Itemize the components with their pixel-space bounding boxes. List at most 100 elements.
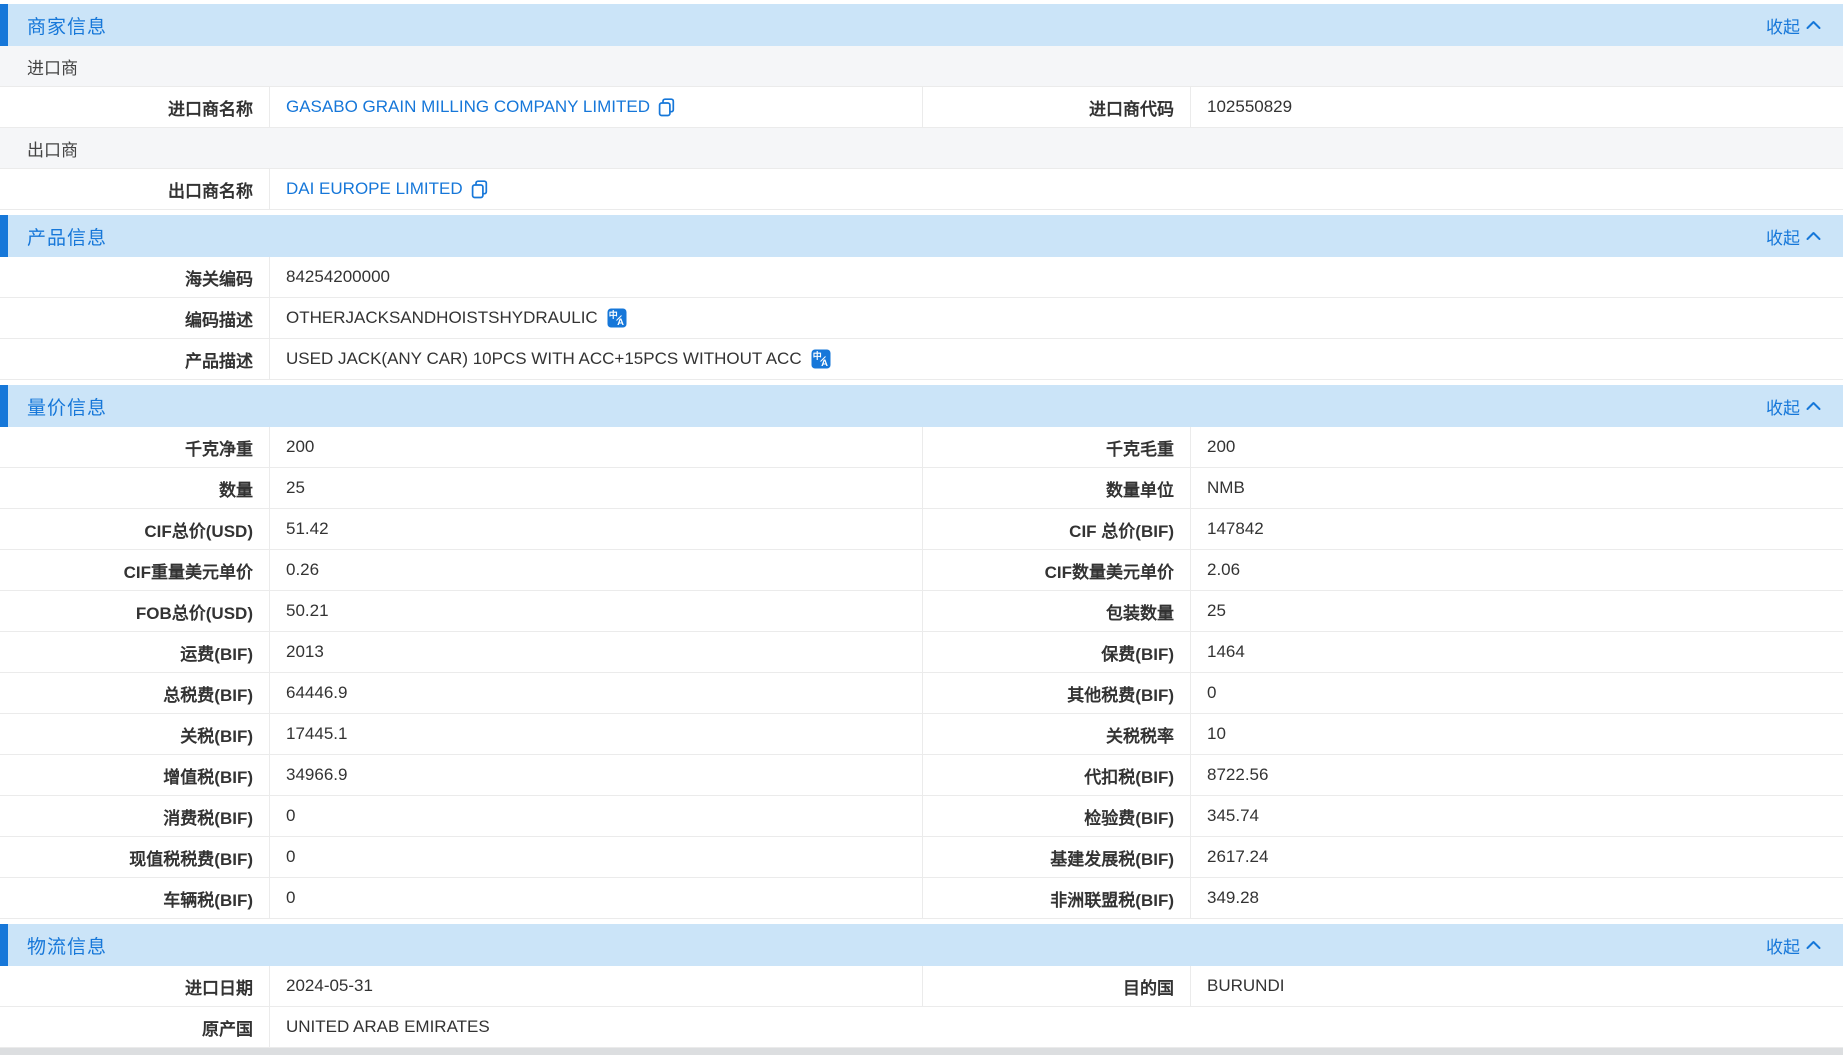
field-value: 2024-05-31 bbox=[286, 976, 373, 996]
field-value: 200 bbox=[286, 437, 314, 457]
field-value: 0 bbox=[1207, 683, 1216, 703]
field-value-cell: 0 bbox=[270, 796, 922, 836]
field-label: 原产国 bbox=[0, 1007, 270, 1047]
field-row: 原产国UNITED ARAB EMIRATES bbox=[0, 1007, 1843, 1048]
field-row: 千克净重200千克毛重200 bbox=[0, 427, 1843, 468]
field-value-cell: 345.74 bbox=[1191, 796, 1843, 836]
section-title: 产品信息 bbox=[8, 223, 107, 250]
section-product-info: 产品信息收起海关编码84254200000编码描述OTHERJACKSANDHO… bbox=[0, 215, 1843, 380]
field-label: 运费(BIF) bbox=[0, 632, 270, 672]
field-value-cell: 84254200000 bbox=[270, 257, 1843, 297]
field-value: 25 bbox=[1207, 601, 1226, 621]
field-label: 关税(BIF) bbox=[0, 714, 270, 754]
field-label: 包装数量 bbox=[923, 591, 1191, 631]
field-value: 2013 bbox=[286, 642, 324, 662]
collapse-button[interactable]: 收起 bbox=[1766, 224, 1843, 249]
field-value-cell: 50.21 bbox=[270, 591, 922, 631]
row-right-half: 代扣税(BIF)8722.56 bbox=[922, 755, 1843, 795]
section-title: 量价信息 bbox=[8, 393, 107, 420]
field-value-cell: 349.28 bbox=[1191, 878, 1843, 918]
field-value-cell: 34966.9 bbox=[270, 755, 922, 795]
field-value: USED JACK(ANY CAR) 10PCS WITH ACC+15PCS … bbox=[286, 349, 802, 369]
translate-icon[interactable]: 中A bbox=[607, 308, 627, 328]
company-name: GASABO GRAIN MILLING COMPANY LIMITED bbox=[286, 97, 650, 117]
field-label: 进口日期 bbox=[0, 966, 270, 1006]
subsection-exporter: 出口商 bbox=[0, 128, 1843, 169]
field-value-cell: 2013 bbox=[270, 632, 922, 672]
field-row: 出口商名称 DAI EUROPE LIMITED bbox=[0, 169, 1843, 210]
field-row: 消费税(BIF)0检验费(BIF)345.74 bbox=[0, 796, 1843, 837]
field-value: 2617.24 bbox=[1207, 847, 1268, 867]
field-label: 海关编码 bbox=[0, 257, 270, 297]
field-row: 总税费(BIF)64446.9其他税费(BIF) 0 bbox=[0, 673, 1843, 714]
section-accent-bar bbox=[0, 4, 8, 46]
row-left-half: 进口商名称GASABO GRAIN MILLING COMPANY LIMITE… bbox=[0, 87, 922, 127]
field-value: 25 bbox=[286, 478, 305, 498]
field-label: 非洲联盟税(BIF) bbox=[923, 878, 1191, 918]
section-title: 商家信息 bbox=[8, 12, 107, 39]
field-value-cell: 0 bbox=[270, 837, 922, 877]
field-value: 64446.9 bbox=[286, 683, 347, 703]
row-left-half: CIF重量美元单价 0.26 bbox=[0, 550, 922, 590]
field-value: 34966.9 bbox=[286, 765, 347, 785]
trade-detail-page: 商家信息收起进口商进口商名称GASABO GRAIN MILLING COMPA… bbox=[0, 0, 1843, 1063]
row-right-half: 检验费(BIF)345.74 bbox=[922, 796, 1843, 836]
field-label: 编码描述 bbox=[0, 298, 270, 338]
collapse-label: 收起 bbox=[1766, 394, 1800, 419]
section-price-quantity-info: 量价信息收起千克净重200千克毛重200数量25数量单位NMBCIF总价(USD… bbox=[0, 385, 1843, 919]
field-row: 增值税(BIF)34966.9代扣税(BIF)8722.56 bbox=[0, 755, 1843, 796]
field-value: 2.06 bbox=[1207, 560, 1240, 580]
row-right-half: 千克毛重200 bbox=[922, 427, 1843, 467]
row-left-half: 千克净重200 bbox=[0, 427, 922, 467]
row-left-half: 总税费(BIF)64446.9 bbox=[0, 673, 922, 713]
field-value-cell: 0 bbox=[1191, 673, 1843, 713]
row-left-half: 运费(BIF) 2013 bbox=[0, 632, 922, 672]
field-row: 进口商名称GASABO GRAIN MILLING COMPANY LIMITE… bbox=[0, 87, 1843, 128]
section-header: 产品信息 收起 bbox=[0, 215, 1843, 257]
field-value: 0.26 bbox=[286, 560, 319, 580]
row-left-half: 进口日期 2024-05-31 bbox=[0, 966, 922, 1006]
row-right-half: 进口商代码102550829 bbox=[922, 87, 1843, 127]
field-value: 1464 bbox=[1207, 642, 1245, 662]
translate-icon[interactable]: 中A bbox=[811, 349, 831, 369]
copy-icon[interactable] bbox=[658, 98, 675, 117]
company-link[interactable]: DAI EUROPE LIMITED bbox=[286, 179, 488, 199]
chevron-up-icon bbox=[1806, 20, 1821, 30]
collapse-button[interactable]: 收起 bbox=[1766, 933, 1843, 958]
section-header: 量价信息 收起 bbox=[0, 385, 1843, 427]
field-value: 17445.1 bbox=[286, 724, 347, 744]
field-value: 50.21 bbox=[286, 601, 329, 621]
field-row: CIF总价(USD)51.42CIF 总价(BIF)147842 bbox=[0, 509, 1843, 550]
field-value-cell: GASABO GRAIN MILLING COMPANY LIMITED bbox=[270, 87, 922, 127]
field-label: 消费税(BIF) bbox=[0, 796, 270, 836]
field-label: CIF数量美元单价 bbox=[923, 550, 1191, 590]
field-value: 8722.56 bbox=[1207, 765, 1268, 785]
collapse-button[interactable]: 收起 bbox=[1766, 13, 1843, 38]
field-label: CIF重量美元单价 bbox=[0, 550, 270, 590]
field-value-cell: 200 bbox=[270, 427, 922, 467]
field-label: 出口商名称 bbox=[0, 169, 270, 209]
field-row: 进口日期 2024-05-31 目的国BURUNDI bbox=[0, 966, 1843, 1007]
row-right-half: 目的国BURUNDI bbox=[922, 966, 1843, 1006]
field-value-cell: 64446.9 bbox=[270, 673, 922, 713]
field-value: 349.28 bbox=[1207, 888, 1259, 908]
row-left-half: 车辆税(BIF)0 bbox=[0, 878, 922, 918]
field-label: 目的国 bbox=[923, 966, 1191, 1006]
field-row: CIF重量美元单价 0.26 CIF数量美元单价 2.06 bbox=[0, 550, 1843, 591]
company-link[interactable]: GASABO GRAIN MILLING COMPANY LIMITED bbox=[286, 97, 675, 117]
row-right-half: 非洲联盟税(BIF) 349.28 bbox=[922, 878, 1843, 918]
field-label: CIF总价(USD) bbox=[0, 509, 270, 549]
field-value-cell: BURUNDI bbox=[1191, 966, 1843, 1006]
field-label: 其他税费(BIF) bbox=[923, 673, 1191, 713]
section-accent-bar bbox=[0, 385, 8, 427]
row-right-half: CIF数量美元单价 2.06 bbox=[922, 550, 1843, 590]
field-value-cell: 17445.1 bbox=[270, 714, 922, 754]
field-value-cell: 0 bbox=[270, 878, 922, 918]
field-label: 车辆税(BIF) bbox=[0, 878, 270, 918]
collapse-button[interactable]: 收起 bbox=[1766, 394, 1843, 419]
field-value-cell: 0.26 bbox=[270, 550, 922, 590]
field-value: NMB bbox=[1207, 478, 1245, 498]
field-row: 海关编码84254200000 bbox=[0, 257, 1843, 298]
copy-icon[interactable] bbox=[471, 180, 488, 199]
field-label: 现值税税费(BIF) bbox=[0, 837, 270, 877]
